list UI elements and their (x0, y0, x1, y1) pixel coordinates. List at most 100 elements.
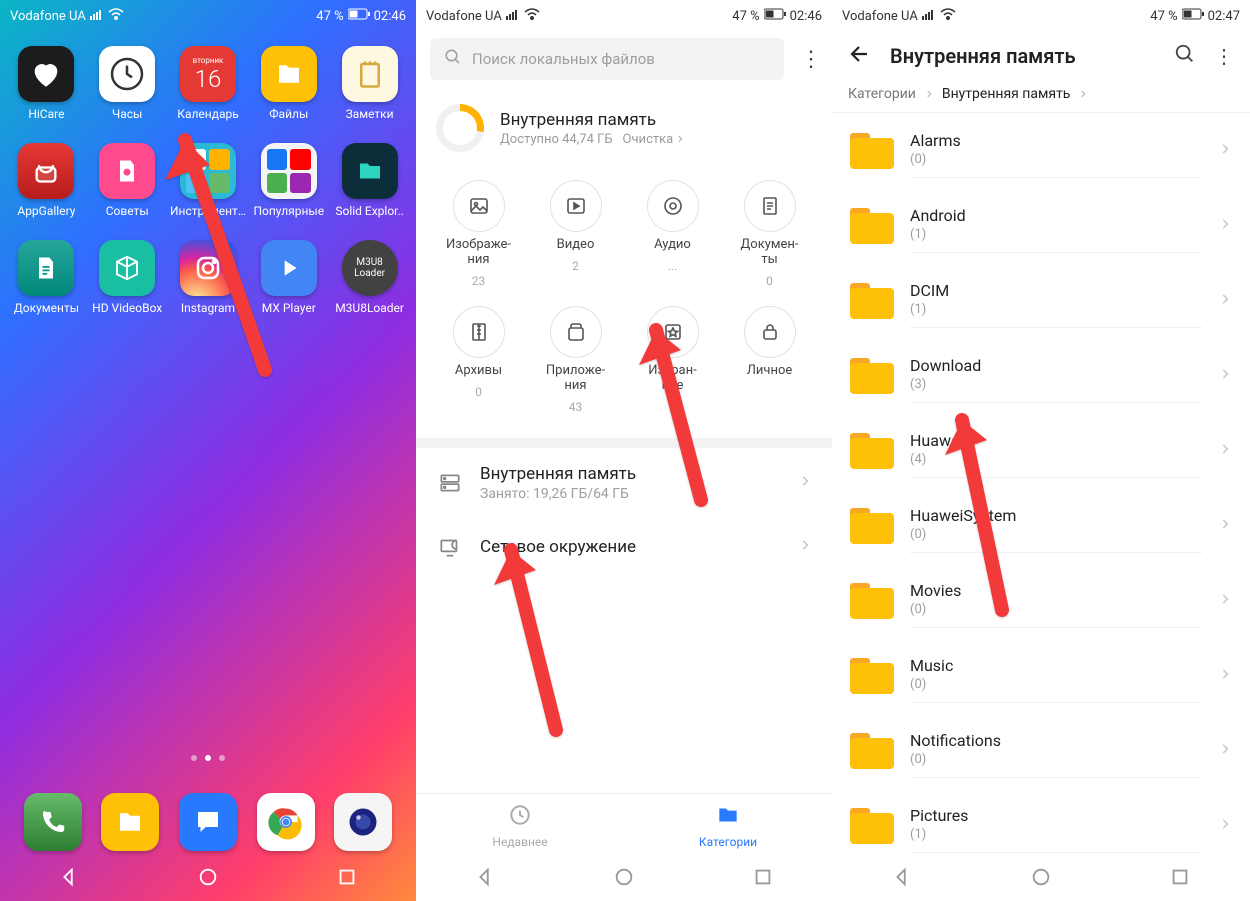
folder-row[interactable]: Pictures (1) (832, 788, 1250, 863)
cat-apps[interactable]: Приложе- ния43 (527, 306, 624, 414)
cat-video[interactable]: Видео2 (527, 180, 624, 288)
storage-icon (436, 470, 464, 496)
storage-available: Доступно 44,74 ГБ (500, 132, 613, 147)
cat-audio[interactable]: Аудио... (624, 180, 721, 288)
nav-back[interactable] (891, 866, 913, 892)
wifi-icon (108, 8, 124, 24)
folder-count: (0) (910, 677, 1202, 692)
back-button[interactable] (848, 42, 872, 70)
chevron-right-icon (1218, 441, 1232, 460)
folder-icon (850, 508, 894, 544)
battery-icon (1182, 8, 1204, 24)
cleanup-link[interactable]: Очистка (623, 132, 686, 147)
nav-bar (0, 857, 416, 901)
crumb-categories[interactable]: Категории (848, 86, 916, 102)
dock-files[interactable] (101, 793, 159, 851)
tab-categories[interactable]: Категории (624, 794, 832, 857)
app-solidexplorer[interactable]: Solid Explor.. (329, 143, 410, 218)
folder-count: (0) (910, 602, 1202, 617)
folder-name: Movies (910, 581, 1202, 600)
nav-recent[interactable] (752, 866, 774, 892)
nav-back[interactable] (58, 866, 80, 892)
folder-row[interactable]: Movies (0) (832, 563, 1250, 638)
folder-count: (0) (910, 752, 1202, 767)
nav-back[interactable] (474, 866, 496, 892)
dock-camera[interactable] (334, 793, 392, 851)
nav-recent[interactable] (1169, 866, 1191, 892)
search-icon (444, 48, 462, 70)
status-bar: Vodafone UA 47 % 02:46 (416, 0, 832, 28)
home-screen-panel: Vodafone UA 47 % 02:46 HiCare Часы вторн… (0, 0, 416, 901)
page-indicator (0, 755, 416, 761)
search-placeholder: Поиск локальных файлов (472, 50, 655, 68)
folder-row[interactable]: Huawei (4) (832, 413, 1250, 488)
folder-count: (1) (910, 227, 1202, 242)
row-network[interactable]: Сетевое окружение (416, 518, 832, 576)
app-appgallery[interactable]: AppGallery (6, 143, 87, 218)
folder-row[interactable]: DCIM (1) (832, 263, 1250, 338)
folder-row[interactable]: Music (0) (832, 638, 1250, 713)
app-tips[interactable]: Советы (87, 143, 168, 218)
cat-images[interactable]: Изображе- ния23 (430, 180, 527, 288)
breadcrumb: Категории Внутренняя память (832, 80, 1250, 113)
network-icon (436, 534, 464, 560)
app-instagram[interactable]: Instagram (168, 240, 249, 315)
status-bar: Vodafone UA 47 % 02:47 (832, 0, 1250, 28)
tab-recent[interactable]: Недавнее (416, 794, 624, 857)
folder-row[interactable]: Download (3) (832, 338, 1250, 413)
battery-label: 47 % (732, 9, 759, 24)
app-clock[interactable]: Часы (87, 46, 168, 121)
folder-row[interactable]: Android (1) (832, 188, 1250, 263)
folder-name: HuaweiSystem (910, 506, 1202, 525)
chevron-right-icon (798, 473, 812, 492)
folder-row[interactable]: HuaweiSystem (0) (832, 488, 1250, 563)
nav-home[interactable] (613, 866, 635, 892)
dock-chrome[interactable] (257, 793, 315, 851)
search-button[interactable] (1174, 43, 1196, 69)
folder-count: (0) (910, 527, 1202, 542)
app-hdvideobox[interactable]: HD VideoBox (87, 240, 168, 315)
app-files[interactable]: Файлы (248, 46, 329, 121)
dock (0, 793, 416, 851)
cat-archives[interactable]: Архивы0 (430, 306, 527, 414)
app-notes[interactable]: Заметки (329, 46, 410, 121)
chevron-right-icon (1218, 366, 1232, 385)
app-documents[interactable]: Документы (6, 240, 87, 315)
app-hicare[interactable]: HiCare (6, 46, 87, 121)
storage-summary[interactable]: Внутренняя память Доступно 44,74 ГБ Очис… (416, 90, 832, 170)
folder-icon (850, 583, 894, 619)
time-label: 02:46 (374, 9, 406, 24)
wifi-icon (940, 8, 956, 24)
dock-phone[interactable] (24, 793, 82, 851)
app-tools-folder[interactable]: Инструменты (168, 143, 249, 218)
cat-favorites[interactable]: Избран- ное0 (624, 306, 721, 414)
battery-label: 47 % (316, 9, 343, 24)
nav-home[interactable] (1030, 866, 1052, 892)
cat-private[interactable]: Личное (721, 306, 818, 414)
more-menu-icon[interactable]: ⋮ (1214, 44, 1234, 68)
app-mxplayer[interactable]: MX Player (248, 240, 329, 315)
crumb-current[interactable]: Внутренняя память (942, 86, 1071, 102)
folder-row[interactable]: Alarms (0) (832, 113, 1250, 188)
battery-icon (348, 8, 370, 24)
app-popular-folder[interactable]: Популярные (248, 143, 329, 218)
nav-bar (416, 857, 832, 901)
row-internal-storage[interactable]: Внутренняя памятьЗанято: 19,26 ГБ/64 ГБ (416, 448, 832, 518)
app-calendar[interactable]: вторник16Календарь (168, 46, 249, 121)
nav-home[interactable] (197, 866, 219, 892)
folder-list: Alarms (0) Android (1) DCIM (1) Download… (832, 113, 1250, 870)
cat-documents[interactable]: Докумен- ты0 (721, 180, 818, 288)
folder-icon (850, 358, 894, 394)
battery-label: 47 % (1150, 9, 1177, 24)
app-m3u8loader[interactable]: M3U8 LoaderM3U8Loader (329, 240, 410, 315)
folder-icon (850, 808, 894, 844)
nav-recent[interactable] (336, 866, 358, 892)
folder-name: Music (910, 656, 1202, 675)
folder-name: DCIM (910, 281, 1202, 300)
dock-messages[interactable] (179, 793, 237, 851)
storage-title: Внутренняя память (500, 110, 685, 130)
clock-icon (507, 802, 533, 831)
folder-row[interactable]: Notifications (0) (832, 713, 1250, 788)
more-menu-icon[interactable]: ⋮ (792, 47, 828, 72)
search-input[interactable]: Поиск локальных файлов (430, 38, 784, 80)
